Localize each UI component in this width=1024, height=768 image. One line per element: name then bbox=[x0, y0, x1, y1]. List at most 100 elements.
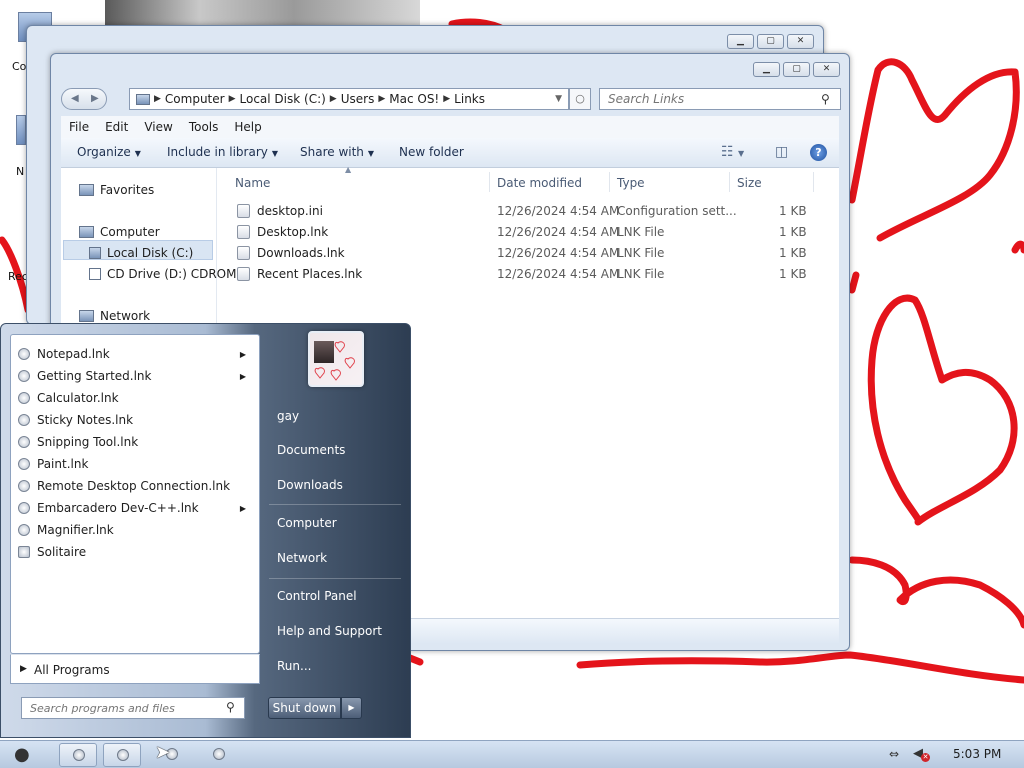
start-help-link[interactable]: Help and Support bbox=[277, 624, 382, 638]
include-in-library-button[interactable]: Include in library ▼ bbox=[167, 145, 278, 159]
shutdown-options-arrow-icon[interactable]: ▶ bbox=[341, 697, 362, 719]
file-type: LNK File bbox=[617, 225, 665, 239]
menu-view[interactable]: View bbox=[136, 116, 180, 138]
search-icon[interactable]: ⚲ bbox=[821, 92, 830, 106]
close-button[interactable]: ✕ bbox=[787, 34, 814, 49]
organize-label: Organize bbox=[77, 145, 131, 159]
nav-favorites[interactable]: Favorites bbox=[79, 183, 154, 197]
preview-pane-icon[interactable]: ◫ bbox=[775, 144, 788, 160]
new-folder-button[interactable]: New folder bbox=[399, 145, 464, 159]
program-label: Solitaire bbox=[37, 545, 87, 559]
taskbar-button[interactable] bbox=[59, 743, 97, 767]
address-row: ◀ ▶ ▶ Computer ▶ Local Disk (C:) ▶ Users… bbox=[61, 88, 841, 112]
start-search-input[interactable] bbox=[21, 697, 245, 719]
file-row[interactable]: desktop.ini 12/26/2024 4:54 AM Configura… bbox=[237, 201, 807, 221]
organize-button[interactable]: Organize ▼ bbox=[77, 145, 141, 159]
shutdown-button[interactable]: Shut down bbox=[268, 697, 341, 719]
apple-start-icon[interactable]: ● bbox=[14, 744, 30, 765]
program-item-paint[interactable]: Paint.lnk bbox=[18, 454, 254, 474]
file-date: 12/26/2024 4:54 AM bbox=[497, 204, 620, 218]
start-run-link[interactable]: Run... bbox=[277, 659, 311, 673]
taskbar-button[interactable] bbox=[103, 743, 141, 767]
program-icon bbox=[18, 480, 30, 492]
breadcrumb-separator-icon[interactable]: ▶ bbox=[229, 94, 236, 104]
breadcrumb-links[interactable]: Links bbox=[454, 92, 485, 106]
file-row[interactable]: Desktop.lnk 12/26/2024 4:54 AM LNK File … bbox=[237, 222, 807, 242]
column-header-type[interactable]: Type bbox=[617, 176, 645, 190]
nav-computer[interactable]: Computer bbox=[79, 225, 160, 239]
desktop-computer-icon[interactable] bbox=[16, 115, 26, 145]
breadcrumb-computer[interactable]: Computer bbox=[165, 92, 225, 106]
mouse-cursor-icon: ➤ bbox=[155, 742, 171, 763]
minimize-button[interactable]: ▁ bbox=[727, 34, 754, 49]
file-date: 12/26/2024 4:54 AM bbox=[497, 225, 620, 239]
shortcut-file-icon bbox=[237, 225, 250, 239]
start-user-link[interactable]: gay bbox=[277, 409, 299, 423]
close-button[interactable]: ✕ bbox=[813, 62, 840, 77]
share-with-button[interactable]: Share with ▼ bbox=[300, 145, 374, 159]
maximize-button[interactable]: ▢ bbox=[757, 34, 784, 49]
program-item-getting-started[interactable]: Getting Started.lnk ▶ bbox=[18, 366, 254, 386]
nav-cd-drive[interactable]: CD Drive (D:) CDROM bbox=[89, 267, 236, 281]
start-downloads-link[interactable]: Downloads bbox=[277, 478, 343, 492]
breadcrumb-separator-icon[interactable]: ▶ bbox=[330, 94, 337, 104]
refresh-button[interactable]: ○ bbox=[569, 88, 591, 110]
address-dropdown-icon[interactable]: ▼ bbox=[555, 94, 562, 104]
back-arrow-icon[interactable]: ◀ bbox=[71, 93, 79, 104]
menu-file[interactable]: File bbox=[61, 116, 97, 138]
taskbar-button[interactable] bbox=[200, 743, 238, 767]
column-divider[interactable] bbox=[813, 172, 814, 192]
file-size: 1 KB bbox=[779, 267, 807, 281]
view-options-icon[interactable]: ☷ ▼ bbox=[721, 144, 744, 160]
program-label: Notepad.lnk bbox=[37, 347, 110, 361]
taskbar-clock[interactable]: 5:03 PM bbox=[953, 747, 1001, 761]
breadcrumb-separator-icon[interactable]: ▶ bbox=[443, 94, 450, 104]
hard-drive-icon bbox=[89, 247, 101, 259]
address-bar[interactable]: ▶ Computer ▶ Local Disk (C:) ▶ Users ▶ M… bbox=[129, 88, 569, 110]
program-item-solitaire[interactable]: Solitaire bbox=[18, 542, 254, 562]
search-input[interactable] bbox=[599, 88, 841, 110]
column-header-name[interactable]: Name bbox=[235, 176, 270, 190]
file-type: LNK File bbox=[617, 267, 665, 281]
column-header-date[interactable]: Date modified bbox=[497, 176, 582, 190]
file-row[interactable]: Recent Places.lnk 12/26/2024 4:54 AM LNK… bbox=[237, 264, 807, 284]
sort-ascending-icon: ▲ bbox=[345, 165, 352, 174]
column-divider[interactable] bbox=[609, 172, 610, 192]
network-tray-icon[interactable]: ⇔ bbox=[889, 747, 899, 761]
file-row[interactable]: Downloads.lnk 12/26/2024 4:54 AM LNK Fil… bbox=[237, 243, 807, 263]
program-item-sticky-notes[interactable]: Sticky Notes.lnk bbox=[18, 410, 254, 430]
menu-help[interactable]: Help bbox=[226, 116, 269, 138]
search-icon[interactable]: ⚲ bbox=[226, 700, 235, 714]
start-network-link[interactable]: Network bbox=[277, 551, 327, 565]
breadcrumb-separator-icon[interactable]: ▶ bbox=[378, 94, 385, 104]
menu-edit[interactable]: Edit bbox=[97, 116, 136, 138]
column-divider[interactable] bbox=[489, 172, 490, 192]
program-item-remote-desktop[interactable]: Remote Desktop Connection.lnk bbox=[18, 476, 254, 496]
column-divider[interactable] bbox=[729, 172, 730, 192]
program-item-calculator[interactable]: Calculator.lnk bbox=[18, 388, 254, 408]
all-programs-button[interactable]: ▶ All Programs bbox=[10, 654, 260, 684]
user-avatar[interactable] bbox=[308, 331, 364, 387]
minimize-button[interactable]: ▁ bbox=[753, 62, 780, 77]
nav-local-disk[interactable]: Local Disk (C:) bbox=[89, 246, 193, 260]
program-item-magnifier[interactable]: Magnifier.lnk bbox=[18, 520, 254, 540]
program-item-notepad[interactable]: Notepad.lnk ▶ bbox=[18, 344, 254, 364]
breadcrumb-users[interactable]: Users bbox=[341, 92, 375, 106]
start-documents-link[interactable]: Documents bbox=[277, 443, 345, 457]
column-header-size[interactable]: Size bbox=[737, 176, 762, 190]
start-computer-link[interactable]: Computer bbox=[277, 516, 337, 530]
breadcrumb-local-disk[interactable]: Local Disk (C:) bbox=[240, 92, 326, 106]
nav-network[interactable]: Network bbox=[79, 309, 150, 323]
menu-tools[interactable]: Tools bbox=[181, 116, 227, 138]
app-icon bbox=[73, 749, 85, 761]
avatar-heart-drawing bbox=[314, 341, 355, 381]
program-item-dev-cpp[interactable]: Embarcadero Dev-C++.lnk ▶ bbox=[18, 498, 254, 518]
program-label: Snipping Tool.lnk bbox=[37, 435, 139, 449]
program-item-snipping-tool[interactable]: Snipping Tool.lnk bbox=[18, 432, 254, 452]
forward-arrow-icon[interactable]: ▶ bbox=[91, 93, 99, 104]
start-control-panel-link[interactable]: Control Panel bbox=[277, 589, 357, 603]
breadcrumb-user[interactable]: Mac OS! bbox=[389, 92, 439, 106]
maximize-button[interactable]: ▢ bbox=[783, 62, 810, 77]
nav-computer-label: Computer bbox=[100, 225, 160, 239]
help-icon[interactable]: ? bbox=[810, 144, 827, 161]
